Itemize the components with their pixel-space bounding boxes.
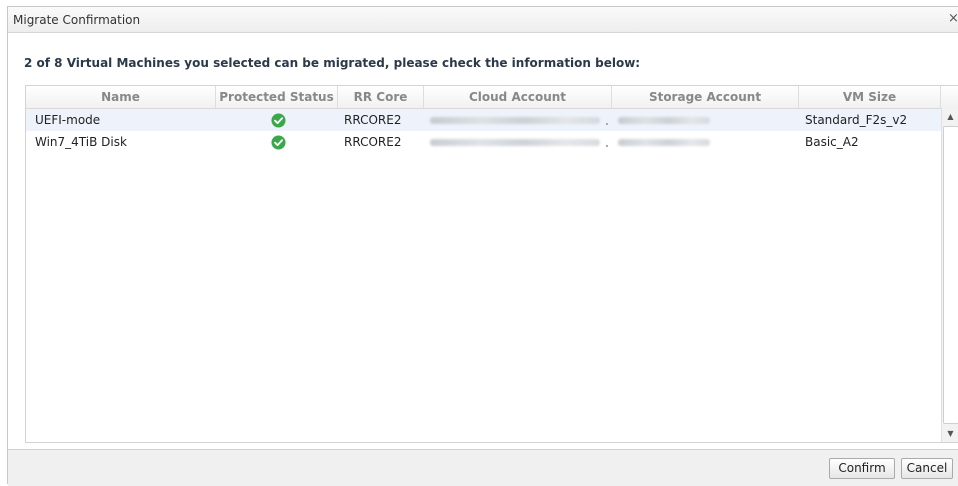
column-header-name[interactable]: Name (26, 86, 216, 108)
dialog-title: Migrate Confirmation (13, 13, 141, 27)
column-header-storage-account[interactable]: Storage Account (612, 86, 799, 108)
cell-name: Win7_4TiB Disk (35, 135, 127, 149)
scroll-up-icon[interactable]: ▲ (942, 108, 958, 125)
cloud-account-redacted (430, 139, 600, 146)
column-header-rr-core[interactable]: RR Core (338, 86, 424, 108)
check-circle-icon (271, 113, 286, 128)
column-header-vm-size[interactable]: VM Size (799, 86, 941, 108)
dialog-titlebar[interactable]: Migrate Confirmation × (8, 7, 958, 33)
migrate-confirmation-dialog: Migrate Confirmation × 2 of 8 Virtual Ma… (7, 6, 958, 486)
grid-header: Name Protected Status RR Core Cloud Acco… (26, 86, 958, 109)
cancel-button[interactable]: Cancel (901, 458, 953, 479)
migration-message: 2 of 8 Virtual Machines you selected can… (24, 56, 641, 70)
cell-rr-core: RRCORE2 (344, 135, 402, 149)
separator-dot (606, 145, 608, 147)
separator-dot (606, 123, 608, 125)
dialog-footer: Confirm Cancel (8, 449, 958, 486)
confirm-button[interactable]: Confirm (829, 458, 895, 479)
close-icon[interactable]: × (948, 11, 958, 27)
column-header-protected-status[interactable]: Protected Status (216, 86, 338, 108)
table-row[interactable]: UEFI-mode RRCORE2 Standard_F2s_v2 (26, 109, 941, 131)
column-header-cloud-account[interactable]: Cloud Account (424, 86, 612, 108)
vertical-scrollbar[interactable]: ▲ ▼ (941, 108, 958, 442)
cell-rr-core: RRCORE2 (344, 113, 402, 127)
cell-name: UEFI-mode (35, 113, 101, 127)
cell-vm-size: Basic_A2 (805, 135, 859, 149)
check-circle-icon (271, 135, 286, 150)
cell-vm-size: Standard_F2s_v2 (805, 113, 908, 127)
scroll-thumb[interactable] (943, 126, 958, 424)
storage-account-redacted (618, 139, 710, 146)
storage-account-redacted (618, 117, 710, 124)
cloud-account-redacted (430, 117, 600, 124)
table-row[interactable]: Win7_4TiB Disk RRCORE2 Basic_A2 (26, 131, 941, 153)
scroll-down-icon[interactable]: ▼ (942, 425, 958, 442)
vm-grid: Name Protected Status RR Core Cloud Acco… (25, 85, 958, 443)
